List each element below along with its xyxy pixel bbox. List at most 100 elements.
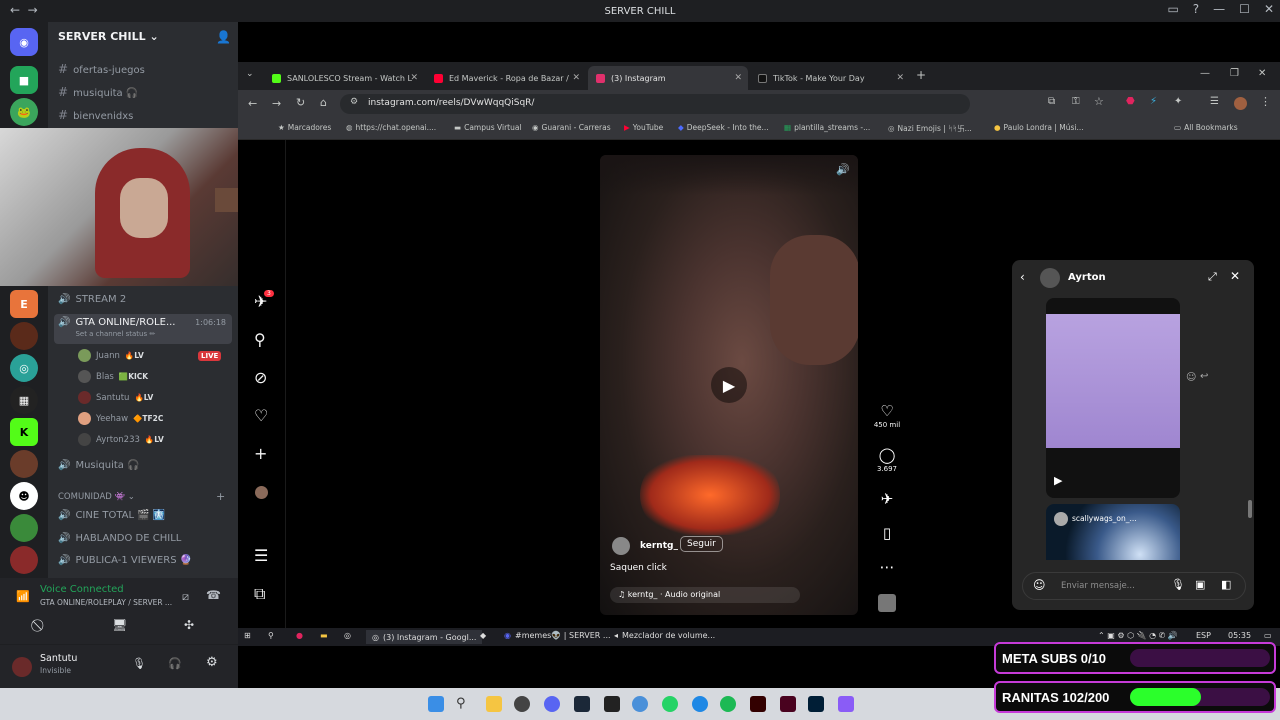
voice-user[interactable]: Blas 🟩KICK [78, 370, 148, 383]
taskbar-item-discord[interactable]: ◉ #memes👽 | SERVER ... [504, 631, 611, 640]
illustrator-icon[interactable] [750, 696, 766, 712]
app-icon[interactable]: ● [296, 631, 303, 640]
server-icon-avatar[interactable] [10, 322, 38, 350]
dm-contact-name[interactable]: Ayrton [1068, 272, 1106, 283]
server-icon-face[interactable] [10, 450, 38, 478]
emoji-icon[interactable]: ☺ [1033, 578, 1046, 592]
follow-button[interactable]: Seguir [680, 536, 723, 552]
avatar[interactable] [12, 657, 32, 677]
site-info-icon[interactable]: ⚙ [350, 97, 358, 107]
explore-compass-icon[interactable]: ⊘ [254, 368, 267, 387]
like-button[interactable]: ♡ 450 mil [870, 402, 904, 429]
bookmark-chatgpt[interactable]: ◍ https://chat.openai.... [346, 123, 436, 132]
extension-red-icon[interactable]: ⬣ [1126, 96, 1135, 107]
extensions-puzzle-icon[interactable]: ✦ [1174, 96, 1182, 107]
close-icon[interactable]: ✕ [1258, 68, 1266, 79]
voice-channel-stream2[interactable]: 🔊 STREAM 2 [58, 294, 126, 305]
minimize-icon[interactable]: — [1200, 68, 1210, 79]
windows-start-icon[interactable] [428, 696, 444, 712]
bookmark-deepseek[interactable]: ◆ DeepSeek - Into the... [678, 123, 769, 132]
tab-search-chevron-icon[interactable]: ⌄ [246, 69, 254, 79]
close-icon[interactable]: ✕ [1230, 269, 1240, 283]
noise-suppression-icon[interactable]: ⧄ [182, 590, 189, 604]
reel-username[interactable]: kerntg_ [640, 541, 678, 551]
back-chevron-icon[interactable]: ‹ [1020, 270, 1025, 284]
voice-channel-hablando[interactable]: 🔊 HABLANDO DE CHILL [58, 533, 181, 544]
shared-reel[interactable]: ▶ [1046, 298, 1180, 498]
avatar[interactable] [1040, 268, 1060, 288]
clock[interactable]: 05:35 [1228, 631, 1251, 640]
volume-icon[interactable]: 🔊 [836, 163, 850, 176]
activities-icon[interactable]: ✣ [184, 618, 194, 632]
whatsapp-icon[interactable] [662, 696, 678, 712]
reply-icon[interactable]: ↩ [1200, 371, 1208, 382]
server-icon-white[interactable]: ☻ [10, 482, 38, 510]
screen-share-icon[interactable]: 🖥 [112, 618, 127, 632]
save-button[interactable]: ▯ [870, 524, 904, 542]
forward-icon[interactable]: → [272, 97, 281, 110]
bookmark-star-icon[interactable]: ☆ [1094, 95, 1104, 108]
maximize-icon[interactable]: ❐ [1230, 68, 1239, 79]
server-icon-green-face[interactable] [10, 514, 38, 542]
app-icon[interactable] [838, 696, 854, 712]
microphone-icon[interactable]: 🎙 [1171, 578, 1185, 591]
obs-icon[interactable] [514, 696, 530, 712]
password-key-icon[interactable]: ⚿ [1072, 96, 1080, 107]
voice-user[interactable]: Juann 🔥LV LIVE [78, 349, 222, 362]
taskbar-item-mixer[interactable]: ◂ Mezclador de volume... [614, 631, 715, 640]
voice-user[interactable]: Santutu 🔥LV [78, 391, 153, 404]
profile-avatar[interactable] [255, 486, 268, 499]
bookmark-campus[interactable]: ▬ Campus Virtual [454, 123, 522, 132]
comment-button[interactable]: ◯ 3.697 [870, 446, 904, 473]
search-icon[interactable]: ⚲ [254, 330, 266, 349]
tab-instagram[interactable]: (3) Instagram ✕ [588, 66, 748, 90]
reel-audio[interactable]: ♫ kerntg_ · Audio original [610, 587, 800, 603]
tab-youtube[interactable]: Ed Maverick - Ropa de Bazar / ✕ [426, 66, 586, 90]
chrome-icon[interactable]: ◎ [344, 631, 351, 640]
avatar[interactable] [612, 537, 630, 555]
server-icon-orange[interactable]: E [10, 290, 38, 318]
expand-icon[interactable]: ⤢ [1208, 270, 1217, 284]
address-bar[interactable]: ⚙ instagram.com/reels/DVwWqqQiSqR/ [340, 94, 970, 114]
windows-start-icon[interactable]: ⊞ [244, 631, 251, 640]
bookmark-paulo[interactable]: ● Paulo Londra | Músi... [994, 123, 1084, 132]
bookmark-guarani[interactable]: ◉ Guarani - Carreras [532, 123, 611, 132]
menu-hamburger-icon[interactable]: ☰ [254, 546, 268, 565]
play-icon[interactable]: ▶ [711, 367, 747, 403]
reading-list-icon[interactable]: ☰ [1210, 96, 1219, 107]
epic-games-icon[interactable] [604, 696, 620, 712]
voice-connected-label[interactable]: Voice Connected [40, 584, 124, 595]
voice-user[interactable]: Ayrton233 🔥LV [78, 433, 164, 446]
discord-icon[interactable] [544, 696, 560, 712]
heart-icon[interactable]: ♡ [254, 406, 268, 425]
microphone-icon[interactable]: 🎙 [132, 657, 146, 670]
add-channel-icon[interactable]: + [216, 490, 225, 503]
notifications-icon[interactable]: ▭ [1264, 631, 1272, 640]
search-icon[interactable]: ⚲ [456, 696, 472, 712]
photoshop-icon[interactable] [808, 696, 824, 712]
app-icon[interactable] [692, 696, 708, 712]
add-member-icon[interactable]: 👤 [216, 30, 231, 44]
self-username[interactable]: Santutu [40, 653, 77, 664]
extension-blue-icon[interactable]: ⚡ [1150, 96, 1157, 107]
reload-icon[interactable]: ↻ [296, 96, 305, 109]
taskbar-item-instagram[interactable]: ◎ (3) Instagram - Googl... [366, 630, 483, 644]
create-plus-icon[interactable]: + [254, 444, 267, 463]
home-icon[interactable]: ⌂ [320, 96, 327, 109]
server-icon-red[interactable] [10, 546, 38, 574]
meta-apps-icon[interactable]: ⧉ [254, 584, 265, 604]
bookmark-marcadores[interactable]: ★ Marcadores [278, 123, 331, 132]
voice-channel-musiquita[interactable]: 🔊 Musiquita 🎧 [58, 460, 140, 471]
bookmark-emojis[interactable]: ◎ Nazi Emojis | ᛋᛋ卐... [888, 123, 972, 134]
server-icon-circle[interactable]: ◎ [10, 354, 38, 382]
image-icon[interactable]: ▣ [1195, 578, 1205, 591]
bookmark-plantilla[interactable]: ▦ plantilla_streams -... [784, 123, 870, 132]
channel-bienvenidxs[interactable]: # bienvenidxs [58, 108, 133, 122]
back-icon[interactable]: ← [248, 97, 257, 110]
install-app-icon[interactable]: ⧉ [1048, 96, 1055, 107]
voice-user[interactable]: Yeehaw 🔶TF2C [78, 412, 163, 425]
server-icon-green[interactable]: ■ [10, 66, 38, 94]
server-icon-text[interactable]: ▦ [10, 386, 38, 414]
spotify-icon[interactable] [720, 696, 736, 712]
bookmark-all-folder[interactable]: ▭ All Bookmarks [1174, 123, 1238, 132]
